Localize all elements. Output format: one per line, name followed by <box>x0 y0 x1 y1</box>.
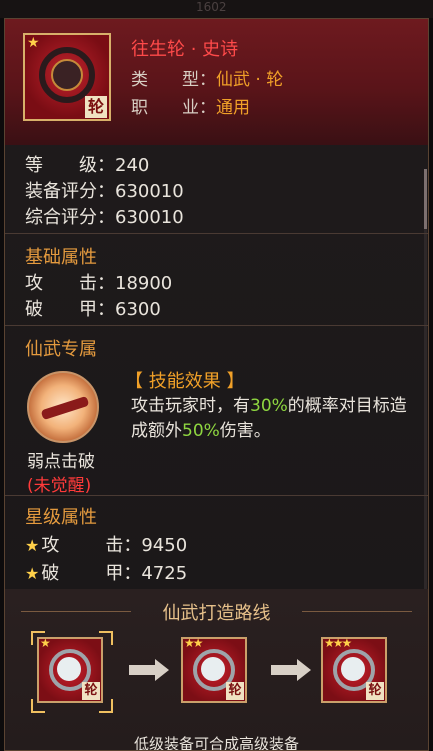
star-attack-row: ★ 攻 击：9450 <box>25 531 187 557</box>
base-armor-label: 破 甲： <box>25 299 115 320</box>
item-name: 往生轮 · 史诗 <box>131 39 239 60</box>
base-attack-value: 18900 <box>115 273 173 294</box>
level-value: 240 <box>115 155 150 176</box>
star-attack-value: 9450 <box>141 535 188 556</box>
flower-icon <box>341 657 365 681</box>
base-armor-value: 6300 <box>115 299 161 320</box>
base-attack-row: 攻 击：18900 <box>25 269 172 295</box>
equip-score-row: 装备评分：630010 <box>25 177 184 203</box>
arrow-right-icon <box>129 659 169 681</box>
star-armor-sep: 甲： <box>105 563 142 584</box>
route-item-3[interactable]: ★★★ 轮 <box>321 636 387 703</box>
star-icon: ★ <box>27 35 40 51</box>
item-type-badge: 轮 <box>226 682 244 700</box>
sword-icon <box>40 395 90 421</box>
scrollbar-thumb[interactable] <box>424 169 427 229</box>
item-type-badge: 轮 <box>366 682 384 700</box>
effect-pct-1: 30% <box>250 396 288 416</box>
effect-text-part: 攻击玩家时，有 <box>131 396 250 416</box>
wheel-core-icon <box>51 59 83 91</box>
route-footer: 低级装备可合成高级装备 <box>133 735 299 751</box>
flower-icon <box>57 657 81 681</box>
selection-corner <box>31 699 45 713</box>
item-job-row: 职 业：通用 <box>131 93 250 118</box>
item-job-value: 通用 <box>216 98 250 118</box>
item-type-label: 类 型： <box>131 70 216 90</box>
item-job-label: 职 业： <box>131 98 216 118</box>
exclusive-title: 仙武专属 <box>25 339 97 360</box>
route-item-2[interactable]: ★★ 轮 <box>181 636 247 703</box>
skill-name: 弱点击破 <box>27 452 95 472</box>
total-score-row: 综合评分：630010 <box>25 203 184 229</box>
divider <box>5 325 428 326</box>
top-strip: 1602 <box>0 0 433 18</box>
item-type-badge: 轮 <box>85 96 107 118</box>
arrow-right-icon <box>271 659 311 681</box>
total-score-label: 综合评分： <box>25 207 115 228</box>
star-rating: ★★ <box>184 636 203 650</box>
selection-corner <box>99 699 113 713</box>
item-header: ★ 轮 往生轮 · 史诗 类 型：仙武 · 轮 职 业：通用 <box>5 19 428 145</box>
star-armor-row: ★ 破 甲：4725 <box>25 559 187 585</box>
equip-score-label: 装备评分： <box>25 181 115 202</box>
effect-text: 攻击玩家时，有30%的概率对目标造成额外50%伤害。 <box>131 394 416 444</box>
star-attack-label: 攻 <box>41 535 60 556</box>
selection-corner <box>99 631 113 645</box>
top-number: 1602 <box>196 0 227 14</box>
effect-pct-2: 50% <box>182 421 220 441</box>
item-type-row: 类 型：仙武 · 轮 <box>131 65 283 90</box>
scrollbar[interactable] <box>424 169 427 589</box>
effect-text-part: 伤害。 <box>219 421 271 441</box>
star-icon: ★ <box>25 536 40 555</box>
item-type-badge: 轮 <box>82 682 100 700</box>
base-attrs-title: 基础属性 <box>25 247 97 268</box>
route-title: 仙武打造路线 <box>162 603 271 624</box>
star-attrs-title: 星级属性 <box>25 507 97 528</box>
effect-title: 【 技能效果 】 <box>125 371 245 392</box>
star-rating: ★★★ <box>324 636 352 650</box>
item-icon: ★ 轮 <box>23 33 111 121</box>
base-armor-row: 破 甲：6300 <box>25 295 161 321</box>
star-armor-value: 4725 <box>141 563 188 584</box>
skill-icon[interactable] <box>27 371 99 443</box>
divider <box>5 233 428 234</box>
star-attack-sep: 击： <box>105 535 142 556</box>
item-type-value: 仙武 · 轮 <box>216 70 284 90</box>
route-item-1[interactable]: ★ 轮 <box>37 636 103 703</box>
flower-icon <box>201 657 225 681</box>
level-label: 等 级： <box>25 155 115 176</box>
star-armor-label: 破 <box>41 563 60 584</box>
divider <box>5 495 428 496</box>
equip-score-value: 630010 <box>115 181 184 202</box>
skill-state: (未觉醒) <box>27 476 92 496</box>
selection-corner <box>31 631 45 645</box>
total-score-value: 630010 <box>115 207 184 228</box>
item-tooltip-panel: ★ 轮 往生轮 · 史诗 类 型：仙武 · 轮 职 业：通用 等 级：240 装… <box>4 18 429 751</box>
level-row: 等 级：240 <box>25 151 149 177</box>
base-attack-label: 攻 击： <box>25 273 115 294</box>
star-icon: ★ <box>25 564 40 583</box>
